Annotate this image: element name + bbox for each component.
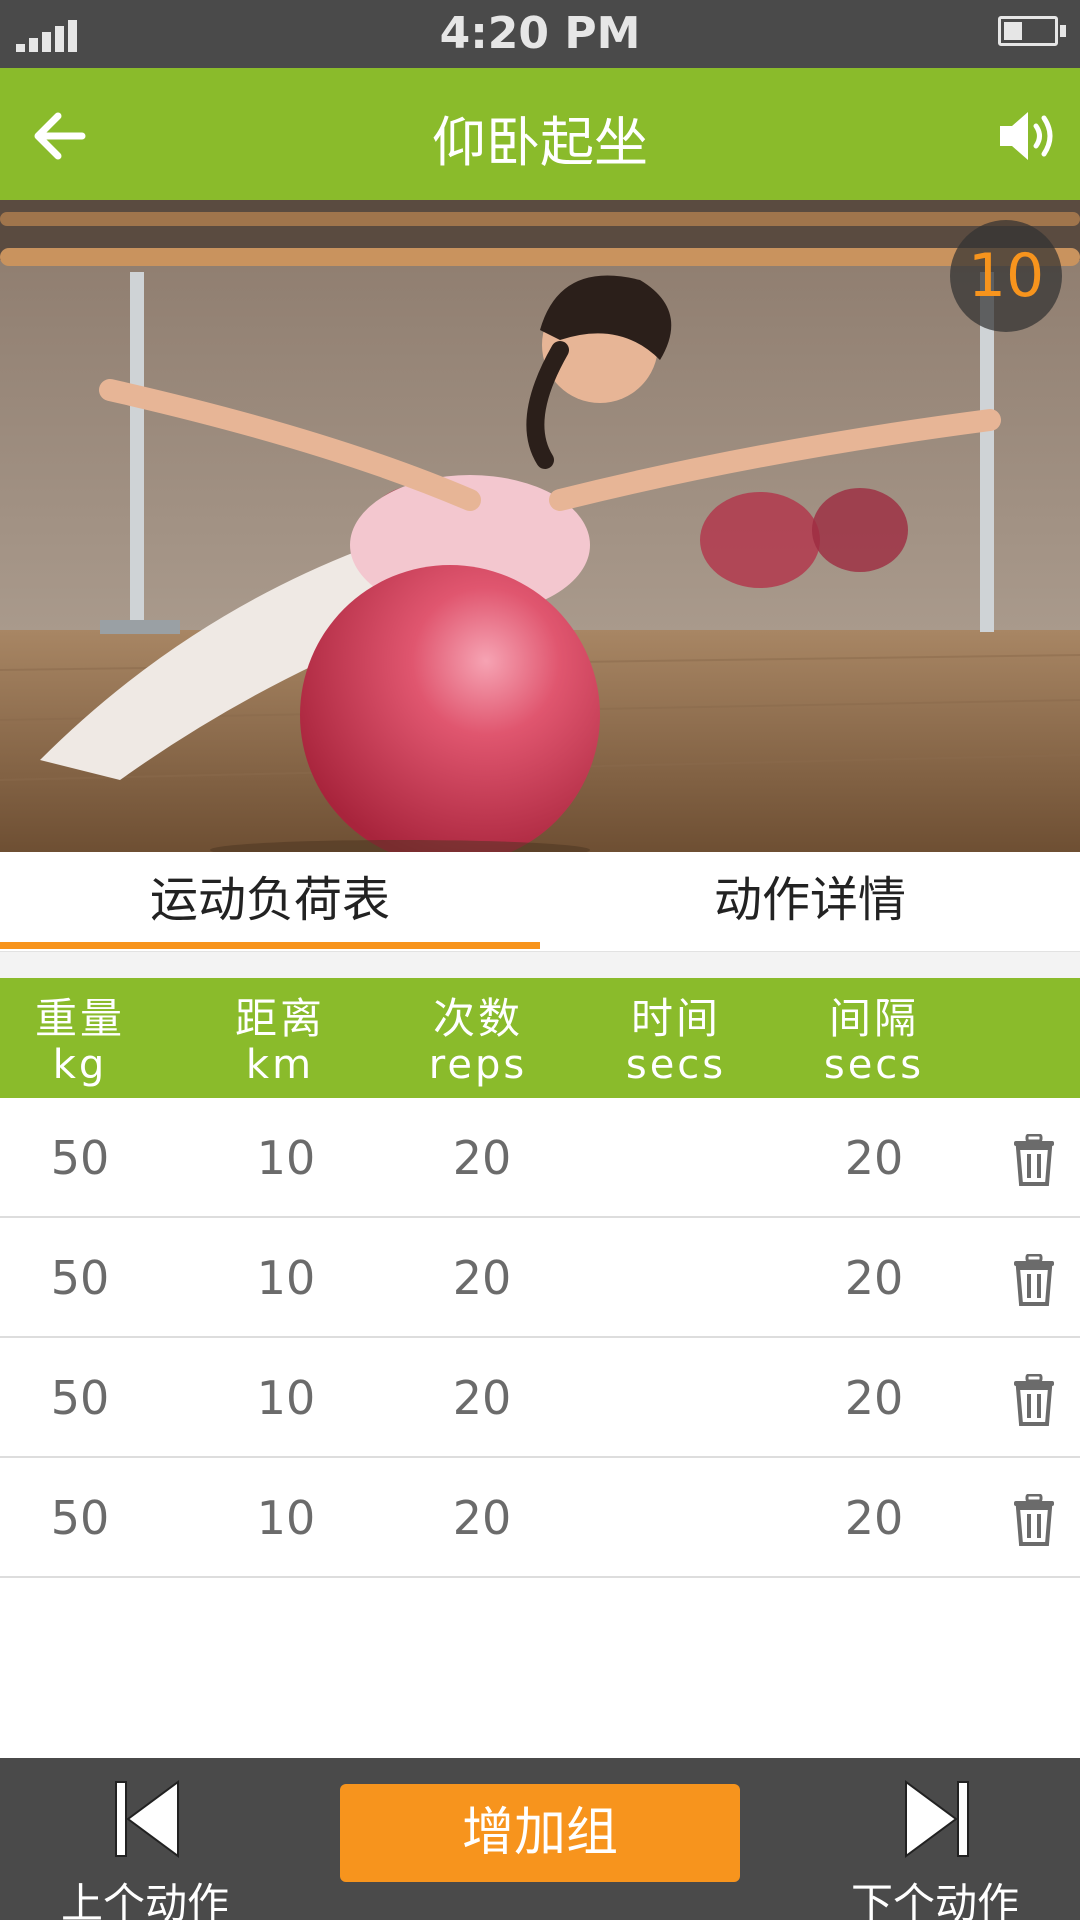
cell-weight[interactable]: 50 xyxy=(0,1218,160,1338)
cell-interval[interactable]: 20 xyxy=(794,1098,954,1218)
column-header-weight: 重量 kg xyxy=(34,994,125,1089)
nav-bar: 仰卧起坐 xyxy=(0,68,1080,200)
trash-icon[interactable] xyxy=(1012,1374,1056,1426)
table-row[interactable]: 50 10 20 20 xyxy=(0,1098,1080,1218)
cell-weight[interactable]: 50 xyxy=(0,1098,160,1218)
table-row[interactable]: 50 10 20 20 xyxy=(0,1458,1080,1578)
exercise-illustration xyxy=(0,200,1080,852)
cell-reps[interactable]: 20 xyxy=(402,1458,562,1578)
column-header-time: 时间 secs xyxy=(625,994,727,1089)
cell-reps[interactable]: 20 xyxy=(402,1338,562,1458)
cell-weight[interactable]: 50 xyxy=(0,1338,160,1458)
status-bar: 4:20 PM xyxy=(0,0,1080,68)
column-header-reps: 次数 reps xyxy=(428,994,528,1089)
trash-icon[interactable] xyxy=(1012,1494,1056,1546)
table-header: 重量 kg 距离 km 次数 reps 时间 secs 间隔 secs xyxy=(0,978,1080,1098)
rep-counter-badge: 10 xyxy=(950,220,1062,332)
trash-icon[interactable] xyxy=(1012,1134,1056,1186)
add-set-button[interactable]: 增加组 xyxy=(340,1784,740,1882)
next-exercise-label: 下个动作 xyxy=(850,1879,1019,1928)
cell-interval[interactable]: 20 xyxy=(794,1458,954,1578)
cell-reps[interactable]: 20 xyxy=(402,1098,562,1218)
table-row[interactable]: 50 10 20 20 xyxy=(0,1218,1080,1338)
page-title: 仰卧起坐 xyxy=(432,111,648,174)
tab-bar: 运动负荷表 动作详情 xyxy=(0,852,1080,952)
cell-distance[interactable]: 10 xyxy=(206,1098,366,1218)
skip-forward-icon xyxy=(905,1780,969,1858)
cell-distance[interactable]: 10 xyxy=(206,1458,366,1578)
section-gap xyxy=(0,952,1080,978)
cell-distance[interactable]: 10 xyxy=(206,1338,366,1458)
speaker-icon xyxy=(1000,112,1053,160)
tab-load-table[interactable]: 运动负荷表 xyxy=(0,852,540,952)
tab-action-detail[interactable]: 动作详情 xyxy=(540,852,1080,952)
column-header-interval: 间隔 secs xyxy=(823,994,925,1089)
previous-exercise-label: 上个动作 xyxy=(60,1879,229,1928)
next-exercise-button[interactable]: 下个动作 xyxy=(850,1778,1020,1928)
column-header-distance: 距离 km xyxy=(234,994,325,1089)
exercise-image xyxy=(0,200,1080,852)
cell-reps[interactable]: 20 xyxy=(402,1218,562,1338)
previous-exercise-button[interactable]: 上个动作 xyxy=(60,1778,230,1928)
cell-interval[interactable]: 20 xyxy=(794,1218,954,1338)
trash-icon[interactable] xyxy=(1012,1254,1056,1306)
skip-back-icon xyxy=(115,1780,179,1858)
cell-distance[interactable]: 10 xyxy=(206,1218,366,1338)
bottom-action-bar: 上个动作 增加组 下个动作 xyxy=(0,1758,1080,1928)
cell-interval[interactable]: 20 xyxy=(794,1338,954,1458)
sound-button[interactable] xyxy=(996,106,1060,166)
cell-weight[interactable]: 50 xyxy=(0,1458,160,1578)
active-tab-indicator xyxy=(0,942,540,949)
battery-icon xyxy=(998,16,1066,50)
status-time: 4:20 PM xyxy=(439,8,641,59)
table-row[interactable]: 50 10 20 20 xyxy=(0,1338,1080,1458)
